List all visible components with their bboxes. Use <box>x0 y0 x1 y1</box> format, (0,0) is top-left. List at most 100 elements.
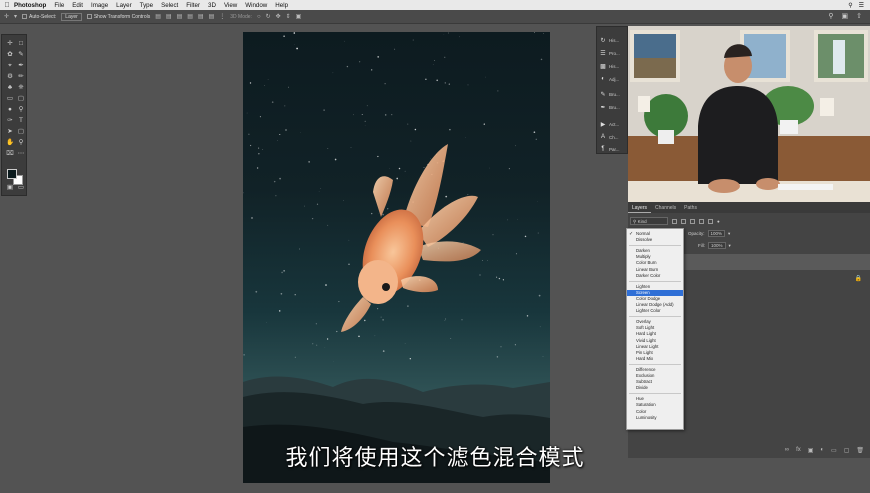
3d-scale-icon[interactable]: ▣ <box>296 13 302 20</box>
panel-paragraph[interactable]: ¶ Par... <box>599 144 627 154</box>
quick-select-tool-icon[interactable]: ✎ <box>16 50 26 59</box>
brush-tool-icon[interactable]: ✏ <box>16 72 26 81</box>
blur-tool-icon[interactable]: ● <box>5 105 15 114</box>
blend-mode-item[interactable]: Darken <box>627 248 683 254</box>
3d-pan-icon[interactable]: ✥ <box>276 13 281 20</box>
filter-shape-icon[interactable] <box>699 218 704 224</box>
blend-mode-item[interactable]: Darker Color <box>627 273 683 279</box>
blend-mode-item[interactable]: Hard Light <box>627 331 683 337</box>
3d-orbit-icon[interactable]: ○ <box>257 14 261 20</box>
filter-toggle-icon[interactable]: ● <box>717 219 720 224</box>
type-tool-icon[interactable]: T <box>16 116 26 125</box>
zoom-tool-icon[interactable]: ⚲ <box>16 138 26 147</box>
move-tool-icon[interactable]: ✛ <box>5 39 15 48</box>
blend-mode-item[interactable]: Lighten <box>627 284 683 290</box>
lock-icon[interactable]: 🔒 <box>855 275 862 282</box>
align-center-icon[interactable]: ▤ <box>166 13 172 20</box>
menu-help[interactable]: Help <box>275 2 288 9</box>
blend-mode-item[interactable]: Dissolve <box>627 237 683 243</box>
healing-brush-tool-icon[interactable]: ⚙ <box>5 72 15 81</box>
blend-mode-item[interactable]: Soft Light <box>627 325 683 331</box>
blend-mode-item[interactable]: Vivid Light <box>627 338 683 344</box>
hand-tool-icon[interactable]: ✋ <box>5 138 15 147</box>
eraser-tool-icon[interactable]: ▭ <box>5 94 15 103</box>
tab-layers[interactable]: Layers <box>628 202 652 213</box>
eyedropper-tool-icon[interactable]: ✒ <box>16 61 26 70</box>
3d-slide-icon[interactable]: ⇕ <box>286 13 291 20</box>
panel-brushes[interactable]: ✒ Bru... <box>599 102 627 112</box>
menu-view[interactable]: View <box>224 2 237 9</box>
align-middle-icon[interactable]: ▤ <box>198 13 204 20</box>
menu-file[interactable]: File <box>54 2 64 9</box>
blend-mode-item[interactable]: Saturation <box>627 402 683 408</box>
blend-mode-item[interactable]: Hue <box>627 396 683 402</box>
blend-mode-item[interactable]: Pin Light <box>627 350 683 356</box>
foreground-color-swatch[interactable] <box>7 169 17 179</box>
opacity-input[interactable]: 100% <box>707 230 726 237</box>
clone-stamp-tool-icon[interactable]: ♣ <box>5 83 15 92</box>
blend-mode-item[interactable]: Multiply <box>627 254 683 260</box>
menu-3d[interactable]: 3D <box>208 2 216 9</box>
align-right-icon[interactable]: ▤ <box>177 13 183 20</box>
blend-mode-item[interactable]: Linear Burn <box>627 267 683 273</box>
document-canvas[interactable] <box>243 32 550 483</box>
lasso-tool-icon[interactable]: ✿ <box>5 50 15 59</box>
blend-mode-item[interactable]: Subtract <box>627 379 683 385</box>
chevron-down-icon[interactable]: ▾ <box>728 231 730 237</box>
filter-adjustment-icon[interactable] <box>681 218 686 224</box>
layer-row[interactable] <box>684 254 870 270</box>
panel-histogram[interactable]: ▩ His... <box>599 61 627 71</box>
show-transform-checkbox[interactable]: Show Transform Controls <box>86 14 150 20</box>
path-select-tool-icon[interactable]: ➤ <box>5 127 15 136</box>
panel-properties[interactable]: ☰ Pro... <box>599 48 627 58</box>
menu-image[interactable]: Image <box>91 2 108 9</box>
filter-type-icon[interactable] <box>690 218 695 224</box>
blend-mode-item[interactable]: Divide <box>627 385 683 391</box>
align-bottom-icon[interactable]: ▤ <box>209 13 215 20</box>
marquee-tool-icon[interactable]: □ <box>16 39 26 48</box>
menu-app-name[interactable]: Photoshop <box>14 2 46 9</box>
screen-mode-icon[interactable]: ▭ <box>16 183 26 192</box>
menu-select[interactable]: Select <box>161 2 178 9</box>
blend-mode-item[interactable]: Linear Light <box>627 344 683 350</box>
3d-roll-icon[interactable]: ↻ <box>266 13 271 20</box>
blend-mode-item[interactable]: Color Burn <box>627 260 683 266</box>
distribute-icon[interactable]: ⋮ <box>219 13 225 20</box>
move-tool-icon[interactable]: ✛ <box>4 13 9 20</box>
align-top-icon[interactable]: ▤ <box>187 13 193 20</box>
blend-mode-item[interactable]: Color <box>627 409 683 415</box>
blend-mode-item[interactable]: Color Dodge <box>627 296 683 302</box>
menu-edit[interactable]: Edit <box>72 2 83 9</box>
crop-tool-icon[interactable]: ⌖ <box>5 61 15 70</box>
control-center-icon[interactable]: ☰ <box>859 2 864 9</box>
blend-mode-item[interactable]: Screen <box>627 289 683 296</box>
blend-mode-item[interactable]: Difference <box>627 367 683 373</box>
blend-mode-item[interactable]: Lighter Color <box>627 308 683 314</box>
dodge-tool-icon[interactable]: ⚲ <box>16 105 26 114</box>
frame-tool-icon[interactable]: ⌧ <box>5 149 15 158</box>
fill-input[interactable]: 100% <box>708 242 726 249</box>
auto-select-dropdown[interactable]: Layer <box>61 12 82 21</box>
search-icon[interactable]: ⚲ <box>848 2 852 9</box>
tab-channels[interactable]: Channels <box>651 202 680 213</box>
filter-pixel-icon[interactable] <box>672 218 677 224</box>
more-tools-icon[interactable]: ⋯ <box>16 149 26 158</box>
tab-paths[interactable]: Paths <box>680 202 701 213</box>
panel-adjustments[interactable]: ◐ Adj... <box>599 74 627 84</box>
quick-mask-icon[interactable]: ▣ <box>5 183 15 192</box>
blend-mode-item[interactable]: Luminosity <box>627 415 683 421</box>
search-icon[interactable]: ⚲ <box>828 12 833 20</box>
panel-history[interactable]: ↻ His... <box>599 35 627 45</box>
blend-mode-item[interactable]: Linear Dodge (Add) <box>627 302 683 308</box>
chevron-down-icon[interactable]: ▾ <box>729 243 731 249</box>
rectangle-tool-icon[interactable]: ▢ <box>16 127 26 136</box>
blend-mode-item[interactable]: Overlay <box>627 319 683 325</box>
menu-type[interactable]: Type <box>140 2 153 9</box>
history-brush-tool-icon[interactable]: ❈ <box>16 83 26 92</box>
auto-select-checkbox[interactable]: Auto-Select: <box>22 14 56 20</box>
workspace-icon[interactable]: ▣ <box>842 12 849 20</box>
pen-tool-icon[interactable]: ✑ <box>5 116 15 125</box>
align-left-icon[interactable]: ▤ <box>155 13 161 20</box>
blend-mode-item[interactable]: Hard Mix <box>627 356 683 362</box>
apple-icon[interactable]:  <box>0 2 14 9</box>
